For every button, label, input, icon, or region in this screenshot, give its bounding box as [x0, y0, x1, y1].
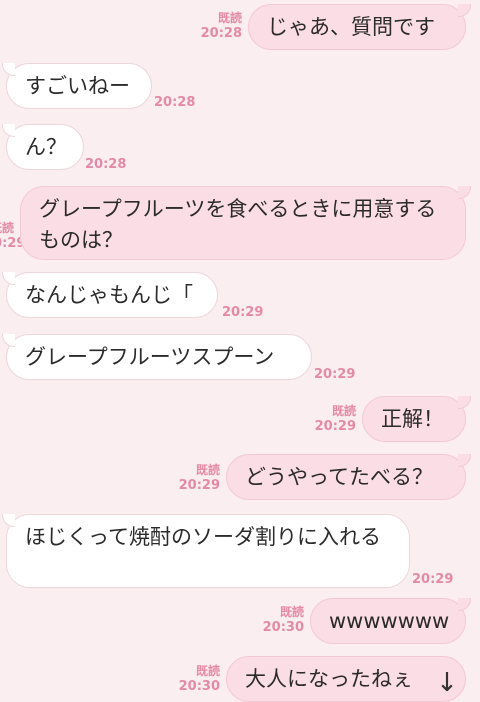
bubble-tail	[458, 396, 471, 409]
message-text: 大人になったねぇ	[245, 666, 413, 691]
message-text: 正解！	[381, 406, 444, 431]
bubble-tail	[2, 272, 15, 285]
message-text: じゃあ、質問です	[267, 14, 435, 39]
read-receipt: 既読	[195, 664, 220, 678]
message-bubble-outgoing[interactable]: 正解！	[362, 396, 466, 442]
message-text: なんじゃもんじ「	[25, 282, 193, 307]
read-receipt: 既読	[0, 221, 14, 235]
message-time: 20:29	[314, 367, 356, 382]
message-meta: 既読 20:29	[310, 403, 356, 435]
message-bubble-outgoing[interactable]: どうやってたべる？	[226, 454, 466, 500]
message-text: グレープフルーツスプーン	[25, 344, 275, 369]
bubble-tail	[458, 454, 471, 467]
message-bubble-outgoing[interactable]: wwwwwww	[310, 598, 466, 644]
message-bubble-outgoing[interactable]: じゃあ、質問です	[248, 4, 466, 50]
message-text: ほじくって焼酎のソーダ割りに入れる	[25, 525, 381, 549]
read-receipt: 既読	[217, 11, 242, 25]
message-text: すごいねー	[25, 73, 130, 98]
message-bubble-outgoing[interactable]: グレープフルーツを食べるときに用意するものは？	[20, 186, 466, 260]
message-time: 20:29	[222, 305, 264, 320]
bubble-tail	[2, 334, 15, 347]
message-meta: 既読 20:28	[196, 10, 242, 42]
bubble-tail	[458, 4, 471, 17]
message-time: 20:29	[314, 419, 356, 434]
message-bubble-incoming[interactable]: なんじゃもんじ「	[6, 272, 218, 318]
message-meta: 既読 20:29	[0, 220, 25, 252]
message-bubble-incoming[interactable]: ほじくって焼酎のソーダ割りに入れる	[6, 514, 410, 588]
bubble-tail	[458, 598, 471, 611]
message-meta: 既読 20:29	[174, 462, 220, 494]
read-receipt: 既読	[279, 605, 304, 619]
message-time: 20:28	[154, 95, 196, 110]
chat-area[interactable]: 既読 20:28 じゃあ、質問です すごいねー 20:28 ん？ 20:28 既…	[0, 0, 480, 702]
message-time: 20:30	[262, 620, 304, 635]
message-meta: 既読 20:30	[174, 663, 220, 695]
message-text: どうやってたべる？	[245, 464, 433, 489]
down-arrow-icon[interactable]: ↓	[430, 668, 464, 698]
message-time: 20:29	[178, 478, 220, 493]
message-time: 20:30	[178, 679, 220, 694]
read-receipt: 既読	[195, 463, 220, 477]
message-time: 20:29	[412, 572, 454, 587]
message-text: ん？	[25, 134, 67, 159]
message-text: グレープフルーツを食べるときに用意するものは？	[39, 197, 437, 252]
message-bubble-incoming[interactable]: すごいねー	[6, 63, 152, 109]
bubble-tail	[458, 186, 471, 199]
message-time: 20:28	[85, 157, 127, 172]
message-bubble-incoming[interactable]: ん？	[6, 124, 84, 170]
read-receipt: 既読	[331, 404, 356, 418]
bubble-tail	[2, 514, 15, 527]
message-meta: 既読 20:30	[258, 604, 304, 636]
message-text: wwwwwww	[329, 608, 450, 633]
bubble-tail	[2, 124, 15, 137]
message-bubble-incoming[interactable]: グレープフルーツスプーン	[6, 334, 312, 380]
message-time: 20:28	[200, 26, 242, 41]
bubble-tail	[2, 63, 15, 76]
